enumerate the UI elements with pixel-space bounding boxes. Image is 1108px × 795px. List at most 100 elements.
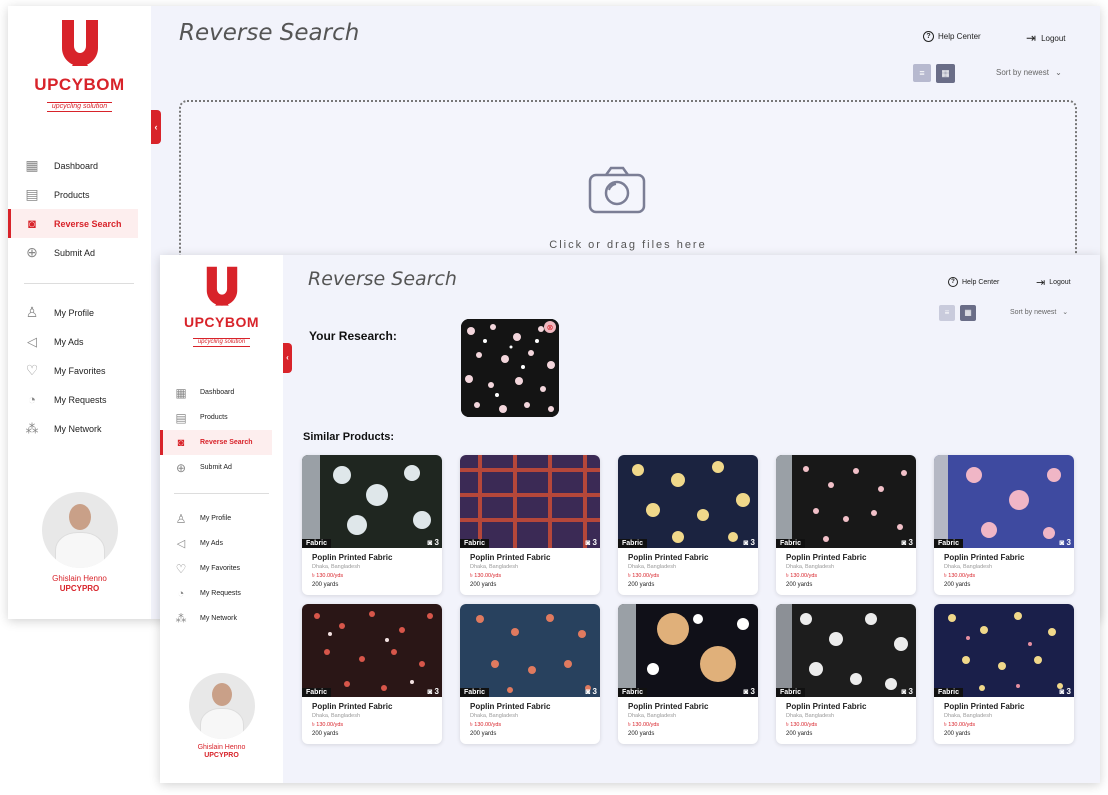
research-image: ⊗: [461, 319, 559, 417]
sidebar-item-label: My Network: [200, 615, 237, 622]
network-icon: ⁂: [25, 420, 39, 436]
logout-label: Logout: [1049, 279, 1071, 286]
camera-icon: ◙: [743, 538, 751, 547]
dashboard-icon: ▦: [25, 157, 39, 173]
logout-label: Logout: [1041, 33, 1066, 43]
category-tag: Fabric: [302, 539, 332, 548]
product-image: Fabric ◙ 3: [776, 604, 916, 697]
product-quantity: 200 yards: [944, 731, 971, 737]
logout-icon: ⇥: [1026, 31, 1037, 45]
sidebar-item-products[interactable]: ▤ Products: [160, 405, 283, 430]
sidebar-item-my-requests[interactable]: ◔ My Requests: [160, 581, 283, 606]
sort-label: Sort by newest: [996, 68, 1049, 77]
product-card[interactable]: Fabric ◙ 3 Poplin Printed Fabric Dhaka, …: [460, 455, 600, 595]
product-card[interactable]: Fabric ◙ 3 Poplin Printed Fabric Dhaka, …: [776, 604, 916, 744]
help-center-button[interactable]: ? Help Center: [948, 277, 999, 287]
product-quantity: 200 yards: [628, 731, 655, 737]
sidebar-item-my-requests[interactable]: ◔ My Requests: [8, 385, 151, 414]
sidebar-item-dashboard[interactable]: ▦ Dashboard: [8, 151, 151, 180]
product-quantity: 200 yards: [470, 731, 497, 737]
sidebar-item-my-network[interactable]: ⁂ My Network: [8, 414, 151, 443]
bell-icon: ◔: [177, 587, 185, 600]
logo-subtitle: upcycling solution: [46, 102, 113, 113]
network-icon: ⁂: [175, 613, 187, 625]
product-quantity: 200 yards: [944, 582, 971, 588]
category-tag: Fabric: [302, 688, 332, 697]
grid-view-button[interactable]: ▦: [936, 64, 955, 83]
megaphone-icon: ◁: [176, 538, 186, 550]
product-card[interactable]: Fabric ◙ 3 Poplin Printed Fabric Dhaka, …: [460, 604, 600, 744]
product-quantity: 200 yards: [786, 582, 813, 588]
list-view-button[interactable]: ≡: [913, 64, 931, 82]
list-view-button[interactable]: ≡: [939, 305, 955, 321]
sort-select[interactable]: Sort by newest ⌄: [1010, 308, 1068, 316]
logo: UPCYBOM upcycling solution: [8, 18, 151, 113]
product-title: Poplin Printed Fabric: [944, 553, 1025, 562]
sidebar-item-my-favorites[interactable]: ♡ My Favorites: [160, 556, 283, 581]
category-tag: Fabric: [776, 539, 806, 548]
sidebar-item-my-ads[interactable]: ◁ My Ads: [160, 531, 283, 556]
help-center-button[interactable]: ? Help Center: [923, 31, 981, 42]
logout-button[interactable]: ⇥ Logout: [1026, 31, 1066, 45]
logo-mark-icon: [206, 266, 237, 306]
user-icon: ♙: [25, 304, 39, 320]
image-count: ◙ 3: [1059, 687, 1071, 696]
sidebar-item-my-profile[interactable]: ♙ My Profile: [8, 298, 151, 327]
profile-card[interactable]: Ghislain Henno UPCYPRO: [8, 492, 151, 593]
image-count: ◙ 3: [1059, 538, 1071, 547]
sidebar-collapse-button[interactable]: ‹: [151, 110, 161, 144]
page-title: Reverse Search: [179, 20, 360, 46]
product-price: ৳ 130.00/yds: [470, 722, 502, 728]
front-window: UPCYBOM upcycling solution ▦ Dashboard ▤…: [160, 255, 1100, 783]
logout-button[interactable]: ⇥ Logout: [1036, 276, 1071, 289]
image-count: ◙ 3: [901, 687, 913, 696]
grid-view-button[interactable]: ▦: [960, 305, 976, 321]
product-card[interactable]: Fabric ◙ 3 Poplin Printed Fabric Dhaka, …: [618, 455, 758, 595]
product-card[interactable]: Fabric ◙ 3 Poplin Printed Fabric Dhaka, …: [934, 455, 1074, 595]
product-title: Poplin Printed Fabric: [944, 702, 1025, 711]
camera-icon: ◙: [28, 216, 36, 231]
sidebar-item-reverse-search[interactable]: ◙ Reverse Search: [160, 430, 272, 455]
sidebar-item-submit-ad[interactable]: ⊕ Submit Ad: [8, 238, 151, 267]
sidebar-item-label: My Requests: [200, 590, 241, 597]
profile-card[interactable]: Ghislain Henno UPCYPRO: [160, 673, 283, 759]
sidebar-item-my-network[interactable]: ⁂ My Network: [160, 606, 283, 631]
sidebar-item-my-profile[interactable]: ♙ My Profile: [160, 506, 283, 531]
product-card[interactable]: Fabric ◙ 3 Poplin Printed Fabric Dhaka, …: [934, 604, 1074, 744]
product-location: Dhaka, Bangladesh: [628, 713, 677, 719]
sidebar-item-my-ads[interactable]: ◁ My Ads: [8, 327, 151, 356]
sidebar-item-label: Submit Ad: [54, 247, 96, 258]
chevron-down-icon: ⌄: [1062, 309, 1069, 316]
help-icon: ?: [948, 277, 958, 287]
products-icon: ▤: [175, 410, 187, 425]
product-image: Fabric ◙ 3: [934, 604, 1074, 697]
product-card[interactable]: Fabric ◙ 3 Poplin Printed Fabric Dhaka, …: [302, 455, 442, 595]
sidebar-item-my-favorites[interactable]: ♡ My Favorites: [8, 356, 151, 385]
product-image: Fabric ◙ 3: [618, 455, 758, 548]
sidebar-collapse-button[interactable]: ‹: [283, 343, 292, 373]
sidebar-item-submit-ad[interactable]: ⊕ Submit Ad: [160, 455, 283, 480]
product-card[interactable]: Fabric ◙ 3 Poplin Printed Fabric Dhaka, …: [776, 455, 916, 595]
nav-divider: [174, 493, 269, 494]
product-price: ৳ 130.00/yds: [470, 573, 502, 579]
sidebar-item-dashboard[interactable]: ▦ Dashboard: [160, 380, 283, 405]
nav-divider: [24, 283, 134, 284]
sidebar-item-products[interactable]: ▤ Products: [8, 180, 151, 209]
heart-icon: ♡: [25, 362, 39, 378]
sidebar: UPCYBOM upcycling solution ▦ Dashboard ▤…: [8, 6, 151, 619]
product-price: ৳ 130.00/yds: [944, 573, 976, 579]
product-card[interactable]: Fabric ◙ 3 Poplin Printed Fabric Dhaka, …: [302, 604, 442, 744]
product-location: Dhaka, Bangladesh: [470, 713, 519, 719]
product-card[interactable]: Fabric ◙ 3 Poplin Printed Fabric Dhaka, …: [618, 604, 758, 744]
profile-name: Ghislain Henno: [197, 744, 246, 751]
sidebar-item-label: My Ads: [54, 336, 84, 347]
sidebar-item-label: My Requests: [54, 394, 107, 405]
product-quantity: 200 yards: [628, 582, 655, 588]
sidebar-item-reverse-search[interactable]: ◙ Reverse Search: [8, 209, 138, 238]
camera-icon: ◙: [177, 436, 185, 449]
sidebar-item-label: My Favorites: [200, 565, 241, 572]
list-icon: ≡: [919, 68, 925, 78]
product-title: Poplin Printed Fabric: [628, 702, 709, 711]
dashboard-icon: ▦: [175, 385, 187, 400]
sort-select[interactable]: Sort by newest ⌄: [996, 68, 1062, 77]
